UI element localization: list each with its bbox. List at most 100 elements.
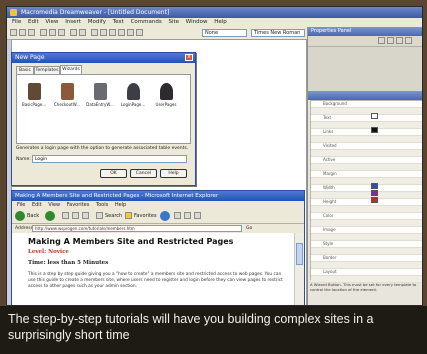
open-file-icon[interactable] — [19, 29, 26, 36]
scrollbar-thumb[interactable] — [296, 243, 303, 265]
undo-icon[interactable] — [70, 29, 77, 36]
wizard-item[interactable]: UserPages — [152, 83, 180, 107]
help-button[interactable]: Help — [160, 169, 187, 178]
browser-menu-file[interactable]: File — [17, 202, 25, 208]
print-icon[interactable] — [194, 212, 201, 219]
name-label: Name: — [16, 157, 31, 162]
prop-row[interactable]: Width — [311, 185, 422, 192]
image-icon[interactable] — [109, 29, 116, 36]
go-button[interactable]: Go — [246, 225, 252, 232]
prop-row[interactable]: Border — [311, 255, 422, 262]
font-select[interactable]: Times New Roman — [251, 29, 305, 37]
wizard-item[interactable]: BasicPage... — [20, 83, 48, 107]
new-file-icon[interactable] — [10, 29, 17, 36]
favorites-label[interactable]: Favorites — [134, 212, 157, 220]
prop-row[interactable] — [311, 234, 422, 241]
close-icon[interactable]: × — [185, 54, 193, 61]
prop-row[interactable] — [311, 108, 422, 115]
menu-window[interactable]: Window — [186, 18, 208, 27]
save-icon[interactable] — [28, 29, 35, 36]
media-icon[interactable] — [160, 211, 170, 221]
search-label[interactable]: Search — [105, 212, 122, 220]
prop-row[interactable]: Height — [311, 199, 422, 206]
browser-menu-tools[interactable]: Tools — [96, 202, 108, 208]
bold-icon[interactable] — [378, 37, 385, 44]
align-icon[interactable] — [396, 37, 403, 44]
prop-row[interactable] — [311, 178, 422, 185]
menu-text[interactable]: Text — [113, 18, 124, 27]
menu-commands[interactable]: Commands — [131, 18, 162, 27]
link-icon[interactable] — [118, 29, 125, 36]
layer-icon[interactable] — [127, 29, 134, 36]
italic-icon[interactable] — [387, 37, 394, 44]
copy-icon[interactable] — [49, 29, 56, 36]
prop-row[interactable] — [311, 164, 422, 171]
tab-wizards[interactable]: Wizards — [60, 65, 82, 74]
browser-scrollbar[interactable] — [294, 233, 304, 305]
menu-view[interactable]: View — [45, 18, 58, 27]
prop-row[interactable]: Color — [311, 213, 422, 220]
name-input[interactable]: Login — [32, 155, 187, 163]
prop-row[interactable]: Active — [311, 157, 422, 164]
browser-menu-view[interactable]: View — [48, 202, 60, 208]
app-title: Macromedia Dreamweaver - [Untitled Docum… — [21, 9, 170, 16]
wizard-item[interactable]: CheckoutW... — [53, 83, 81, 107]
prop-row[interactable]: Layout — [311, 269, 422, 276]
forward-icon[interactable] — [45, 211, 55, 221]
prop-row[interactable]: Background — [311, 101, 422, 108]
format-select[interactable]: None — [202, 29, 247, 37]
color-swatch-blue[interactable] — [371, 183, 378, 189]
cut-icon[interactable] — [40, 29, 47, 36]
prop-row[interactable] — [311, 122, 422, 129]
wizard-item[interactable]: DataEntryW... — [86, 83, 114, 107]
paste-icon[interactable] — [58, 29, 65, 36]
address-input[interactable]: http://www.wsprogen.com/tutorials/member… — [32, 225, 242, 232]
form-icon[interactable] — [136, 29, 143, 36]
back-label[interactable]: Back — [27, 212, 39, 220]
color-swatch-purple[interactable] — [371, 190, 378, 196]
ok-button[interactable]: OK — [100, 169, 127, 178]
search-icon[interactable] — [96, 212, 103, 219]
menu-insert[interactable]: Insert — [65, 18, 81, 27]
prop-row[interactable]: Links — [311, 129, 422, 136]
history-icon[interactable] — [174, 212, 181, 219]
refresh-icon[interactable] — [72, 212, 79, 219]
browser-menu-help[interactable]: Help — [115, 202, 126, 208]
wizard-item[interactable]: LoginPage... — [119, 83, 147, 107]
prop-row[interactable] — [311, 220, 422, 227]
back-icon[interactable] — [15, 211, 25, 221]
prop-row[interactable] — [311, 262, 422, 269]
table-icon[interactable] — [100, 29, 107, 36]
prop-row[interactable]: Text — [311, 115, 422, 122]
menu-file[interactable]: File — [12, 18, 21, 27]
browser-menu-favorites[interactable]: Favorites — [67, 202, 90, 208]
menu-modify[interactable]: Modify — [88, 18, 106, 27]
tab-templates[interactable]: Templates — [34, 66, 60, 74]
menu-site[interactable]: Site — [168, 18, 179, 27]
prop-row[interactable]: Style — [311, 241, 422, 248]
cancel-button[interactable]: Cancel — [130, 169, 157, 178]
color-swatch-white[interactable] — [371, 113, 378, 119]
color-swatch-black[interactable] — [371, 127, 378, 133]
prop-row[interactable] — [311, 206, 422, 213]
prop-row[interactable]: Visited — [311, 143, 422, 150]
color-swatch-red[interactable] — [371, 197, 378, 203]
home-icon[interactable] — [82, 212, 89, 219]
tab-basic[interactable]: Basic — [16, 66, 34, 74]
redo-icon[interactable] — [79, 29, 86, 36]
prop-row[interactable]: Margin — [311, 171, 422, 178]
prop-row[interactable]: Image — [311, 227, 422, 234]
prop-row[interactable] — [311, 192, 422, 199]
browser-menu-edit[interactable]: Edit — [32, 202, 42, 208]
find-icon[interactable] — [91, 29, 98, 36]
menu-help[interactable]: Help — [214, 18, 227, 27]
mail-icon[interactable] — [184, 212, 191, 219]
stop-icon[interactable] — [62, 212, 69, 219]
prop-row[interactable] — [311, 248, 422, 255]
prop-row[interactable] — [311, 136, 422, 143]
wizard-list: BasicPage... CheckoutW... DataEntryW... … — [16, 74, 191, 144]
favorites-icon[interactable] — [125, 212, 132, 219]
prop-row[interactable] — [311, 150, 422, 157]
list-icon[interactable] — [405, 37, 412, 44]
menu-edit[interactable]: Edit — [28, 18, 39, 27]
